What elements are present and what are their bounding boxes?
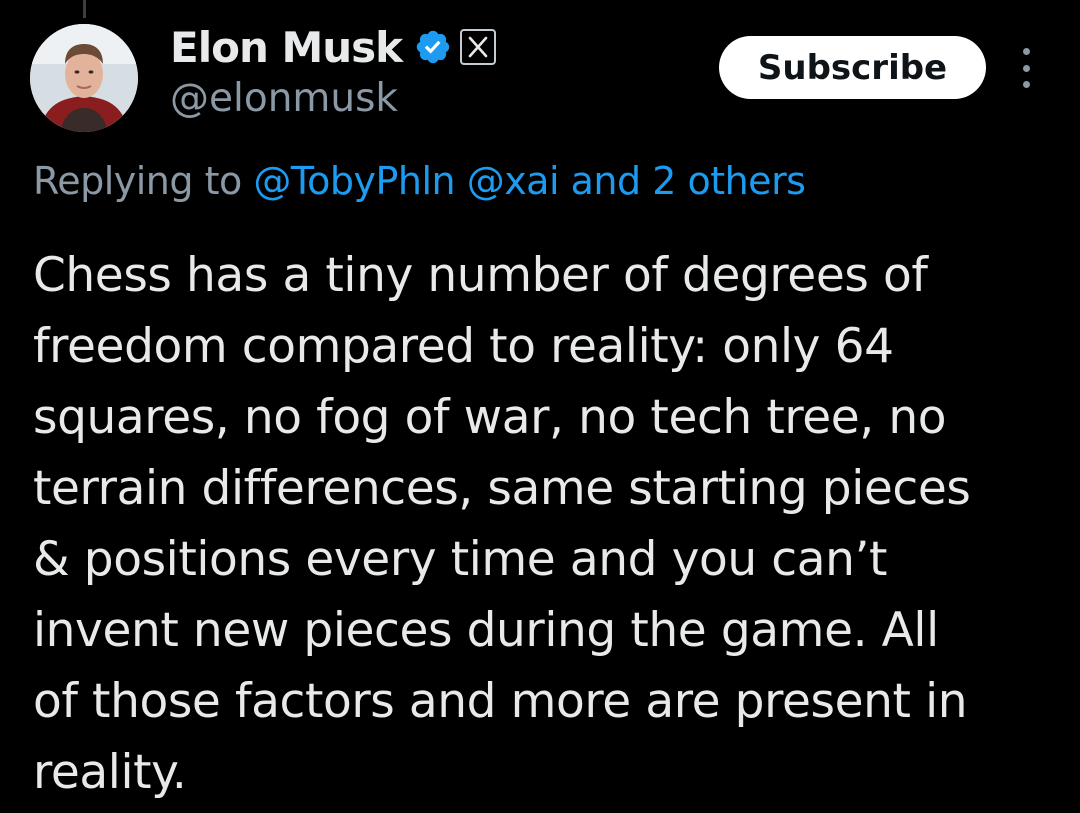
author-display-name[interactable]: Elon Musk	[170, 23, 403, 72]
tweet-text-line: reality.	[33, 745, 187, 800]
avatar[interactable]	[30, 24, 138, 132]
mention-tobyphln[interactable]: @TobyPhln	[253, 159, 455, 203]
more-dot	[1022, 48, 1030, 55]
mention-xai[interactable]: @xai	[467, 159, 560, 203]
subscribe-button[interactable]: Subscribe	[719, 36, 986, 99]
more-dot	[1022, 81, 1030, 88]
author-name-row: Elon Musk	[170, 20, 497, 74]
more-vertical-icon[interactable]	[1014, 48, 1038, 88]
verified-check-icon[interactable]	[414, 28, 452, 66]
reply-prefix: Replying to	[33, 159, 242, 203]
tweet-text-line: & positions every time and you can’t	[33, 532, 888, 587]
tweet-text: Chess has a tiny number of degrees of fr…	[33, 240, 1073, 808]
more-dot	[1022, 64, 1030, 72]
author-handle[interactable]: @elonmusk	[170, 76, 398, 121]
tweet-text-line: Chess has a tiny number of degrees of	[33, 248, 928, 303]
reply-context: Replying to @TobyPhln @xai and 2 others	[33, 159, 806, 203]
avatar-photo	[30, 24, 138, 132]
tweet-text-line: invent new pieces during the game. All	[33, 603, 939, 658]
tweet-text-line: of those factors and more are present in	[33, 674, 968, 729]
tweet-text-line: terrain differences, same starting piece…	[33, 461, 971, 516]
tweet-text-line: squares, no fog of war, no tech tree, no	[33, 390, 947, 445]
tweet-text-line: freedom compared to reality: only 64	[33, 319, 894, 374]
x-logo-icon[interactable]	[460, 29, 497, 65]
mention-others[interactable]: and 2 others	[571, 159, 806, 203]
thread-connector-line	[83, 0, 86, 18]
